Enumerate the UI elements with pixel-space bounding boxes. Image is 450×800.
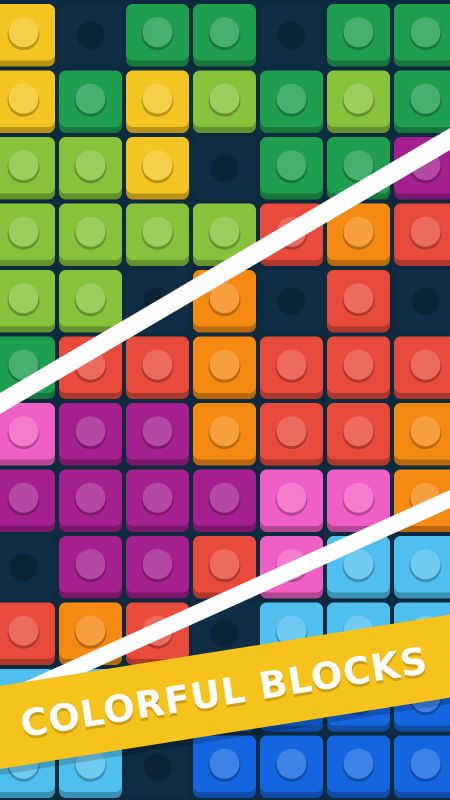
- block-red: [260, 403, 323, 466]
- block-orange: [394, 403, 450, 466]
- block-red: [0, 602, 55, 665]
- block-lime: [0, 203, 55, 266]
- block-blue: [193, 735, 256, 798]
- block-orange: [193, 270, 256, 333]
- block-magenta: [126, 403, 189, 466]
- empty-cell: [126, 270, 189, 333]
- block-red: [260, 336, 323, 399]
- block-red: [327, 403, 390, 466]
- block-lime: [59, 137, 122, 200]
- block-red: [327, 270, 390, 333]
- empty-cell: [260, 4, 323, 67]
- block-magenta: [59, 536, 122, 599]
- block-pink: [260, 536, 323, 599]
- block-red: [59, 336, 122, 399]
- block-red: [193, 536, 256, 599]
- block-lime: [193, 70, 256, 133]
- block-darkgreen: [327, 137, 390, 200]
- block-magenta: [59, 403, 122, 466]
- block-lime: [59, 270, 122, 333]
- block-lime: [59, 203, 122, 266]
- block-darkgreen: [193, 4, 256, 67]
- block-red: [260, 203, 323, 266]
- empty-cell: [0, 536, 55, 599]
- block-red: [394, 203, 450, 266]
- block-orange: [193, 336, 256, 399]
- block-lightblue: [327, 536, 390, 599]
- empty-cell: [59, 4, 122, 67]
- block-lime: [0, 270, 55, 333]
- block-darkgreen: [260, 70, 323, 133]
- block-magenta: [0, 469, 55, 532]
- block-orange: [193, 403, 256, 466]
- game-screen: COLORFUL BLOCKS: [0, 0, 450, 800]
- block-lime: [193, 203, 256, 266]
- block-darkgreen: [394, 4, 450, 67]
- block-magenta: [193, 469, 256, 532]
- block-pink: [260, 469, 323, 532]
- block-red: [327, 336, 390, 399]
- block-orange: [327, 203, 390, 266]
- block-orange: [59, 602, 122, 665]
- block-darkgreen: [59, 70, 122, 133]
- block-pink: [327, 469, 390, 532]
- block-darkgreen: [126, 4, 189, 67]
- block-yellow: [126, 137, 189, 200]
- block-lime: [327, 70, 390, 133]
- empty-cell: [193, 137, 256, 200]
- block-red: [126, 602, 189, 665]
- block-darkgreen: [327, 4, 390, 67]
- block-blue: [327, 735, 390, 798]
- block-pink: [0, 403, 55, 466]
- block-magenta: [394, 137, 450, 200]
- block-darkgreen: [260, 137, 323, 200]
- block-magenta: [126, 536, 189, 599]
- block-orange: [394, 469, 450, 532]
- empty-cell: [260, 270, 323, 333]
- block-magenta: [59, 469, 122, 532]
- block-yellow: [0, 4, 55, 67]
- block-lightblue: [394, 536, 450, 599]
- block-darkgreen: [0, 336, 55, 399]
- block-magenta: [126, 469, 189, 532]
- block-yellow: [126, 70, 189, 133]
- empty-cell: [394, 270, 450, 333]
- block-yellow: [0, 70, 55, 133]
- block-lime: [0, 137, 55, 200]
- block-red: [394, 336, 450, 399]
- block-blue: [260, 735, 323, 798]
- block-blue: [394, 735, 450, 798]
- block-lime: [126, 203, 189, 266]
- block-darkgreen: [394, 70, 450, 133]
- block-red: [126, 336, 189, 399]
